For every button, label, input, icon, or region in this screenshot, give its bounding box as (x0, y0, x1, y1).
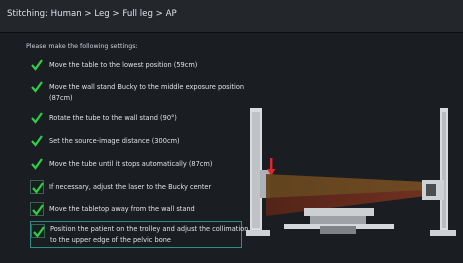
step-label: Move the tube until it stops automatical… (49, 160, 213, 168)
check-icon (30, 111, 44, 125)
title-bar: Stitching: Human > Leg > Full leg > AP (0, 0, 463, 33)
check-icon (30, 58, 44, 72)
checkbox-checked[interactable] (31, 224, 45, 238)
check-icon (30, 80, 44, 94)
step-label: Set the source-image distance (300cm) (49, 137, 180, 145)
step-item-adjust-laser[interactable]: If necessary, adjust the laser to the Bu… (30, 180, 240, 196)
step-label: Move the table to the lowest position (5… (49, 61, 198, 69)
checkbox-checked[interactable] (30, 202, 44, 216)
step-label: If necessary, adjust the laser to the Bu… (49, 183, 212, 191)
step-item-rotate-tube[interactable]: Rotate the tube to the wall stand (90°) (30, 111, 240, 127)
tube-stand (422, 108, 456, 236)
window-title: Stitching: Human > Leg > Full leg > AP (7, 9, 177, 19)
step-label: Position the patient on the trolley and … (50, 225, 249, 244)
patient-table (284, 208, 394, 234)
step-item-table-position[interactable]: Move the table to the lowest position (5… (30, 58, 240, 74)
check-icon (30, 157, 44, 171)
step-item-position-patient[interactable]: Position the patient on the trolley and … (30, 221, 248, 248)
step-item-wall-stand-bucky[interactable]: Move the wall stand Bucky to the middle … (30, 80, 244, 106)
stitching-window: Stitching: Human > Leg > Full leg > AP P… (0, 0, 463, 263)
step-item-move-tabletop[interactable]: Move the tabletop away from the wall sta… (30, 202, 240, 218)
checkbox-checked[interactable] (30, 180, 44, 194)
instructions-prompt: Please make the following settings: (26, 43, 138, 50)
check-icon (30, 134, 44, 148)
wall-stand (246, 108, 270, 236)
step-label: Move the tabletop away from the wall sta… (49, 205, 195, 213)
step-item-source-image-distance[interactable]: Set the source-image distance (300cm) (30, 134, 240, 150)
step-item-move-tube[interactable]: Move the tube until it stops automatical… (30, 157, 240, 173)
xray-setup-illustration (246, 108, 456, 236)
step-label: Move the wall stand Bucky to the middle … (49, 83, 245, 102)
step-label: Rotate the tube to the wall stand (90°) (49, 114, 177, 122)
